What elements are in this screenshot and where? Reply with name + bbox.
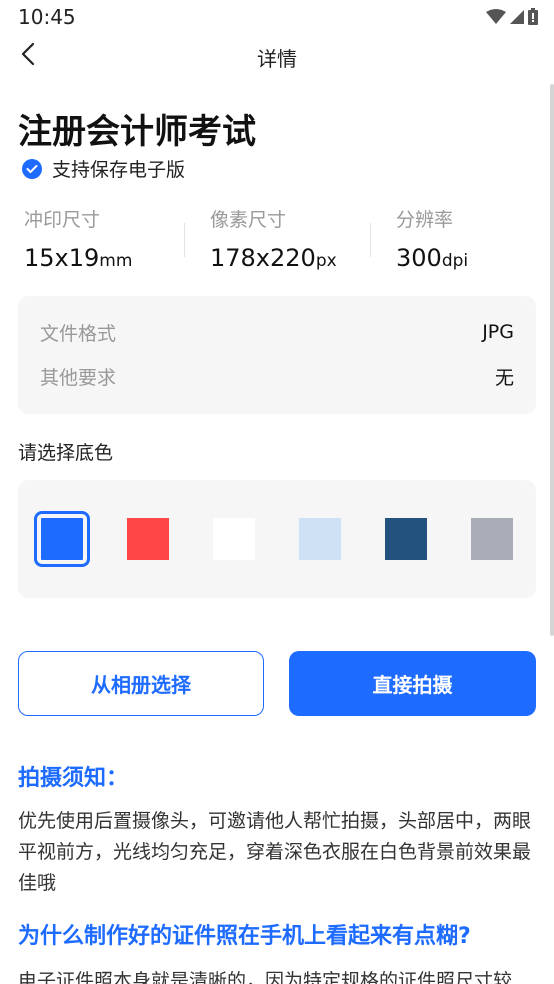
spec-number: 15x19 xyxy=(24,244,100,272)
status-icons xyxy=(486,8,538,29)
color-swatch-navy[interactable] xyxy=(385,518,427,560)
nav-title: 详情 xyxy=(257,47,297,71)
status-bar: 10:45 xyxy=(0,0,554,34)
status-time: 10:45 xyxy=(18,5,76,29)
info-label: 文件格式 xyxy=(40,322,117,345)
choose-from-album-button[interactable]: 从相册选择 xyxy=(18,651,264,716)
page-title: 注册会计师考试 xyxy=(18,112,256,152)
info-value: 无 xyxy=(494,366,514,389)
color-swatch-blue[interactable] xyxy=(34,511,90,567)
spec-print-size: 冲印尺寸 15x19mm xyxy=(24,205,132,272)
faq-title[interactable]: 为什么制作好的证件照在手机上看起来有点糊? xyxy=(18,918,471,950)
spec-number: 300 xyxy=(396,244,442,272)
info-label: 其他要求 xyxy=(40,366,117,389)
background-color-title: 请选择底色 xyxy=(18,442,114,464)
ebook-support: 支持保存电子版 xyxy=(22,155,185,182)
spec-label: 像素尺寸 xyxy=(210,209,287,231)
ebook-label: 支持保存电子版 xyxy=(52,159,186,181)
take-photo-button[interactable]: 直接拍摄 xyxy=(289,651,536,716)
spec-divider xyxy=(370,223,371,257)
color-swatch-white[interactable] xyxy=(213,518,255,560)
spec-unit: dpi xyxy=(441,251,469,271)
faq-text: 电子证件照本身就是清晰的，因为特定规格的证件照尺寸较 xyxy=(18,970,513,984)
color-swatch-red[interactable] xyxy=(127,518,169,560)
info-card: 文件格式 JPG 其他要求 无 xyxy=(18,296,536,414)
tips-text: 优先使用后置摄像头，可邀请他人帮忙拍摄，头部居中，两眼平视前方，光线均匀充足，穿… xyxy=(18,810,532,894)
color-picker xyxy=(18,480,536,598)
signal-icon xyxy=(510,9,524,28)
spec-resolution: 分辨率 300dpi xyxy=(396,205,468,272)
spec-unit: mm xyxy=(99,251,133,271)
info-row-other: 其他要求 无 xyxy=(40,361,514,391)
color-swatch-gray[interactable] xyxy=(471,518,513,560)
color-swatch-light-blue[interactable] xyxy=(299,518,341,560)
info-row-format: 文件格式 JPG xyxy=(40,317,514,347)
spec-label: 分辨率 xyxy=(396,209,454,231)
scroll-indicator[interactable] xyxy=(550,84,554,636)
info-value: JPG xyxy=(482,321,514,343)
spec-pixel-size: 像素尺寸 178x220px xyxy=(210,205,337,272)
spec-value: 15x19mm xyxy=(24,244,132,272)
tips-title: 拍摄须知： xyxy=(18,766,129,791)
spec-value: 300dpi xyxy=(396,244,468,272)
spec-unit: px xyxy=(315,251,337,271)
spec-row: 冲印尺寸 15x19mm 像素尺寸 178x220px 分辨率 300dpi xyxy=(18,205,538,275)
battery-icon xyxy=(528,8,538,29)
spec-divider xyxy=(184,223,185,257)
nav-bar: 详情 xyxy=(0,34,554,78)
check-circle-icon xyxy=(22,158,42,179)
wifi-icon xyxy=(486,8,506,29)
spec-value: 178x220px xyxy=(210,244,337,272)
spec-number: 178x220 xyxy=(210,244,316,272)
spec-label: 冲印尺寸 xyxy=(24,209,101,231)
